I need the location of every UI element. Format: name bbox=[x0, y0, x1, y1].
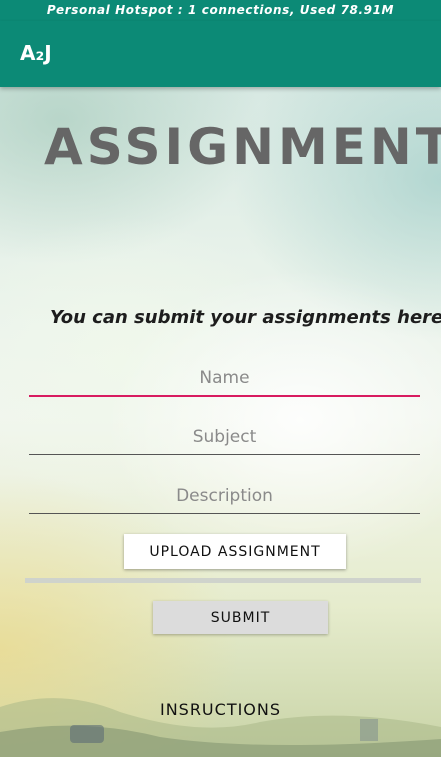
status-bar: Personal Hotspot : 1 connections, Used 7… bbox=[0, 0, 441, 21]
instructions-link[interactable]: INSRUCTIONS bbox=[0, 700, 441, 719]
subject-input[interactable] bbox=[29, 420, 420, 454]
name-field bbox=[29, 361, 420, 397]
description-input[interactable] bbox=[29, 479, 420, 513]
divider bbox=[25, 578, 421, 583]
app-title: A₂J bbox=[20, 41, 52, 65]
page-title: ASSIGNMENT bbox=[44, 118, 441, 176]
description-field bbox=[29, 479, 420, 514]
app-bar: A₂J bbox=[0, 21, 441, 87]
name-input[interactable] bbox=[29, 361, 420, 395]
subject-field bbox=[29, 420, 420, 455]
upload-assignment-button[interactable]: UPLOAD ASSIGNMENT bbox=[124, 534, 346, 569]
intro-text: You can submit your assignments here.. bbox=[50, 307, 441, 328]
status-hotspot-text: Personal Hotspot : 1 connections, Used 7… bbox=[46, 3, 395, 17]
submit-button[interactable]: SUBMIT bbox=[153, 601, 328, 634]
app-screen: Personal Hotspot : 1 connections, Used 7… bbox=[0, 0, 441, 757]
